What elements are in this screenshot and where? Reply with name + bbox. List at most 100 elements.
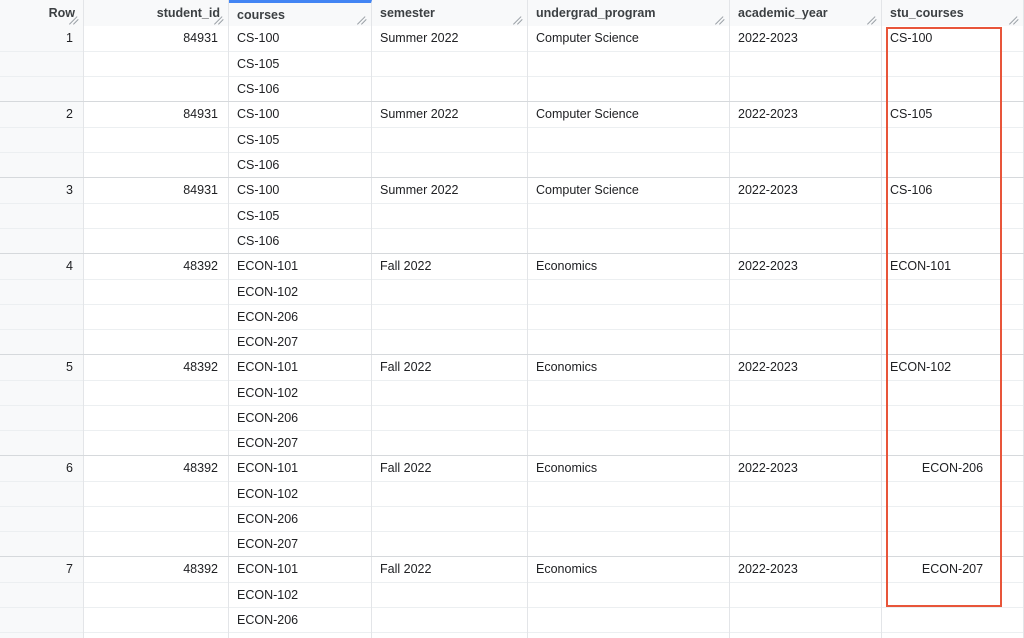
cell-empty bbox=[84, 607, 228, 632]
table-row[interactable]: 5 48392 ECON-101 ECON-102 ECON-206 ECON-207 Fa… bbox=[0, 355, 1024, 456]
cell-stu_courses[interactable]: ECON-206 bbox=[882, 456, 1024, 556]
cell-student_id[interactable]: 84931 bbox=[84, 102, 229, 177]
cell-row[interactable]: 6 bbox=[0, 456, 84, 556]
cell-empty bbox=[730, 405, 881, 430]
column-header-row[interactable]: Row bbox=[0, 0, 84, 26]
cell-value: 4 bbox=[66, 259, 73, 273]
column-header-academic_year[interactable]: academic_year bbox=[730, 0, 882, 26]
cell-stu_courses[interactable]: ECON-102 bbox=[882, 355, 1024, 455]
cell-student_id[interactable]: 48392 bbox=[84, 355, 229, 455]
cell-undergrad_program[interactable]: Computer Science bbox=[528, 178, 730, 253]
table-row[interactable]: 3 84931 CS-100 CS-105 CS-106 Summer 2022 Compu… bbox=[0, 178, 1024, 254]
cell-empty bbox=[528, 481, 729, 506]
cell-empty bbox=[84, 531, 228, 556]
column-resize-handle-icon[interactable] bbox=[214, 15, 225, 25]
cell-student_id[interactable]: 48392 bbox=[84, 456, 229, 556]
cell-courses[interactable]: ECON-101 ECON-102ECON-206ECON-207 bbox=[229, 456, 372, 556]
cell-academic_year[interactable]: 2022-2023 bbox=[730, 254, 882, 354]
cell-academic_year[interactable]: 2022-2023 bbox=[730, 557, 882, 638]
cell-row[interactable]: 4 bbox=[0, 254, 84, 354]
cell-row[interactable]: 5 bbox=[0, 355, 84, 455]
table-row[interactable]: 1 84931 CS-100 CS-105 CS-106 Summer 2022 Compu… bbox=[0, 26, 1024, 102]
table-row[interactable]: 6 48392 ECON-101 ECON-102 ECON-206 ECON-207 Fa… bbox=[0, 456, 1024, 557]
cell-academic_year[interactable]: 2022-2023 bbox=[730, 26, 882, 101]
cell-empty bbox=[84, 127, 228, 152]
cell-stu_courses[interactable]: ECON-101 bbox=[882, 254, 1024, 354]
cell-row[interactable]: 2 bbox=[0, 102, 84, 177]
column-resize-handle-icon[interactable] bbox=[357, 15, 368, 25]
column-header-undergrad_program[interactable]: undergrad_program bbox=[528, 0, 730, 26]
cell-academic_year[interactable]: 2022-2023 bbox=[730, 456, 882, 556]
cell-row[interactable]: 3 bbox=[0, 178, 84, 253]
cell-empty bbox=[0, 405, 83, 430]
table-row[interactable]: 4 48392 ECON-101 ECON-102 ECON-206 ECON-207 Fa… bbox=[0, 254, 1024, 355]
cell-academic_year[interactable]: 2022-2023 bbox=[730, 102, 882, 177]
column-header-student_id[interactable]: student_id bbox=[84, 0, 229, 26]
cell-value: Summer 2022 bbox=[380, 107, 459, 121]
cell-empty bbox=[528, 228, 729, 253]
cell-semester[interactable]: Fall 2022 bbox=[372, 254, 528, 354]
column-resize-handle-icon[interactable] bbox=[1009, 15, 1020, 25]
cell-courses[interactable]: CS-100 CS-105 CS-106 bbox=[229, 102, 372, 177]
cell-empty bbox=[882, 279, 1023, 304]
cell-semester[interactable]: Summer 2022 bbox=[372, 102, 528, 177]
column-resize-handle-icon[interactable] bbox=[867, 15, 878, 25]
cell-empty bbox=[882, 632, 1023, 638]
cell-undergrad_program[interactable]: Economics bbox=[528, 254, 730, 354]
cell-semester[interactable]: Summer 2022 bbox=[372, 178, 528, 253]
cell-semester[interactable]: Fall 2022 bbox=[372, 355, 528, 455]
cell-empty bbox=[528, 380, 729, 405]
cell-row[interactable]: 7 bbox=[0, 557, 84, 638]
cell-undergrad_program[interactable]: Economics bbox=[528, 456, 730, 556]
cell-empty bbox=[372, 607, 527, 632]
cell-academic_year[interactable]: 2022-2023 bbox=[730, 178, 882, 253]
cell-value: Economics bbox=[536, 562, 598, 576]
cell-empty bbox=[372, 329, 527, 354]
cell-value: ECON-101 bbox=[237, 562, 299, 576]
cell-empty bbox=[0, 506, 83, 531]
cell-semester[interactable]: Fall 2022 bbox=[372, 557, 528, 638]
cell-student_id[interactable]: 48392 bbox=[84, 557, 229, 638]
cell-semester[interactable]: Fall 2022 bbox=[372, 456, 528, 556]
cell-student_id[interactable]: 84931 bbox=[84, 178, 229, 253]
table-row[interactable]: 2 84931 CS-100 CS-105 CS-106 Summer 2022 Compu… bbox=[0, 102, 1024, 178]
cell-row[interactable]: 1 bbox=[0, 26, 84, 101]
cell-courses[interactable]: ECON-101 ECON-102ECON-206ECON-207 bbox=[229, 355, 372, 455]
cell-stu_courses[interactable]: CS-105 bbox=[882, 102, 1024, 177]
cell-empty bbox=[528, 531, 729, 556]
cell-empty bbox=[84, 582, 228, 607]
table-row[interactable]: 748392ECON-101ECON-102ECON-206ECON-207Fa… bbox=[0, 557, 1024, 638]
cell-stu_courses[interactable]: ECON-207 bbox=[882, 557, 1024, 638]
column-resize-handle-icon[interactable] bbox=[513, 15, 524, 25]
column-header-courses[interactable]: courses bbox=[229, 0, 372, 26]
cell-courses[interactable]: CS-100 CS-105 CS-106 bbox=[229, 178, 372, 253]
cell-empty bbox=[882, 203, 1023, 228]
cell-academic_year[interactable]: 2022-2023 bbox=[730, 355, 882, 455]
cell-empty bbox=[882, 228, 1023, 253]
cell-semester[interactable]: Summer 2022 bbox=[372, 26, 528, 101]
cell-student_id[interactable]: 48392 bbox=[84, 254, 229, 354]
cell-empty bbox=[730, 582, 881, 607]
cell-courses[interactable]: ECON-101 ECON-102ECON-206ECON-207 bbox=[229, 254, 372, 354]
cell-courses[interactable]: ECON-101 ECON-102ECON-206ECON-207 bbox=[229, 557, 372, 638]
cell-stu_courses[interactable]: CS-100 bbox=[882, 26, 1024, 101]
cell-empty bbox=[372, 127, 527, 152]
column-resize-handle-icon[interactable] bbox=[69, 15, 80, 25]
cell-value: CS-100 bbox=[237, 183, 280, 197]
cell-empty bbox=[882, 481, 1023, 506]
column-header-stu_courses[interactable]: stu_courses bbox=[882, 0, 1024, 26]
column-header-semester[interactable]: semester bbox=[372, 0, 528, 26]
cell-student_id[interactable]: 84931 bbox=[84, 26, 229, 101]
cell-stu_courses[interactable]: CS-106 bbox=[882, 178, 1024, 253]
cell-empty bbox=[84, 76, 228, 101]
cell-courses[interactable]: CS-100 CS-105 CS-106 bbox=[229, 26, 372, 101]
cell-empty bbox=[372, 506, 527, 531]
column-resize-handle-icon[interactable] bbox=[715, 15, 726, 25]
cell-value: Economics bbox=[536, 259, 598, 273]
cell-undergrad_program[interactable]: Computer Science bbox=[528, 102, 730, 177]
column-header-label: courses bbox=[237, 7, 285, 22]
cell-undergrad_program[interactable]: Economics bbox=[528, 557, 730, 638]
cell-empty bbox=[882, 607, 1023, 632]
cell-undergrad_program[interactable]: Economics bbox=[528, 355, 730, 455]
cell-undergrad_program[interactable]: Computer Science bbox=[528, 26, 730, 101]
